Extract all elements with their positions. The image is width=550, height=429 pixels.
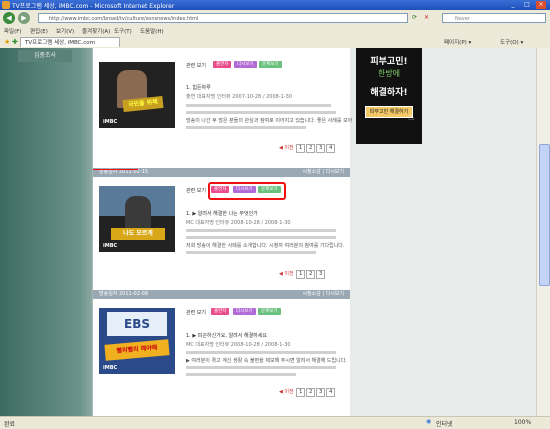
ad-banner[interactable]: 피부고민! 한방에 해결하자! 피부고민 해결하기 ☝ <box>356 48 422 144</box>
ad-button[interactable]: 피부고민 해결하기 <box>365 106 413 118</box>
episode-desc: 저희 방송이 해결한 사례를 소개합니다. 시청자 여러분의 참여를 기다립니다… <box>186 243 345 249</box>
content-column: 국민을 위해 iMBC 관련 보기 출연자 다시보기 문제보기 1. 힘든하루 … <box>93 48 353 416</box>
pager: ◀ 이전 1234 <box>279 388 336 397</box>
pager: ◀ 이전 123 <box>279 270 326 279</box>
zoom-level[interactable]: 100% <box>514 419 531 426</box>
episode-card: 방송일자 2011-02-08 시청소감 | 다시보기 EBS 빨리빨리 해야해… <box>93 290 350 414</box>
menu-help[interactable]: 도움말(H) <box>140 27 164 35</box>
page-link[interactable]: 4 <box>326 388 336 397</box>
episode-thumbnail[interactable]: 국민을 위해 iMBC <box>99 62 175 128</box>
url-input[interactable]: http://www.imbc.com/broad/tv/culture/son… <box>38 13 408 23</box>
window-title: TV프로그램 세상, iMBC.com - Microsoft Internet… <box>12 3 175 10</box>
episode-meta: MC 대표자명 인터뷰 2008-10-28 / 2008-1-30 <box>186 342 291 348</box>
episode-title[interactable]: 1. 힘든하루 <box>186 84 211 91</box>
browser-tab[interactable]: TV프로그램 세상, iMBC.com <box>20 37 120 47</box>
search-input[interactable]: Naver <box>442 13 546 23</box>
menu-edit[interactable]: 편집(E) <box>30 27 48 35</box>
episode-date: 방송일자 2011-02-08 <box>99 291 149 297</box>
pager: ◀ 이전 1234 <box>279 144 336 153</box>
episode-desc: ▶ 여러분이 겪고 계신 생활 속 불편을 제보해 주시면 알려서 해결해 드립… <box>186 358 347 364</box>
refresh-icon[interactable]: ⟳ <box>412 14 417 21</box>
tools-menu[interactable]: 도구(O) ▾ <box>500 38 523 46</box>
mbc-logo: iMBC <box>103 119 118 125</box>
menu-file[interactable]: 파일(F) <box>4 27 22 35</box>
tag-replay[interactable]: 다시보기 <box>234 61 257 68</box>
episode-title[interactable]: 1. ▶ 알려서 해결한 나는 무엇인가 <box>186 210 258 217</box>
zone-text: 인터넷 <box>436 421 453 428</box>
related-label[interactable]: 관련 보기 <box>186 187 206 194</box>
page-link[interactable]: 4 <box>326 144 336 153</box>
episode-date-bar: 방송일자 2011-02-08 시청소감 | 다시보기 <box>93 290 350 299</box>
sidebar-button[interactable]: 심층조사 <box>18 50 72 62</box>
episode-card: 국민을 위해 iMBC 관련 보기 출연자 다시보기 문제보기 1. 힘든하루 … <box>93 56 353 160</box>
minimize-button[interactable]: _ <box>508 1 518 9</box>
page-link[interactable]: 3 <box>316 270 326 279</box>
page-link[interactable]: 1 <box>296 388 306 397</box>
ie-icon <box>2 1 10 9</box>
episode-thumbnail[interactable]: EBS 빨리빨리 해야해 iMBC <box>99 308 175 374</box>
status-bar: 완료 ◉ 인터넷 100% <box>0 416 550 429</box>
tag-cast[interactable]: 출연자 <box>213 61 232 68</box>
page-menu[interactable]: 페이지(P) ▾ <box>444 38 471 46</box>
episode-thumbnail[interactable]: 나도 모르게 iMBC <box>99 186 175 252</box>
episode-links[interactable]: 시청소감 | 다시보기 <box>302 168 344 177</box>
episode-title[interactable]: 1. ▶ 피곤하신가요, 알려서 해결하세요 <box>186 332 267 339</box>
page-link[interactable]: 1 <box>296 144 306 153</box>
ad-line2: 한방에 <box>377 69 401 78</box>
forward-icon[interactable]: ▶ <box>18 12 30 24</box>
related-label[interactable]: 관련 보기 <box>186 62 206 69</box>
stop-icon[interactable]: ✕ <box>424 14 429 21</box>
mbc-logo: iMBC <box>103 365 118 371</box>
episode-desc: 방송이 나간 후 많은 분들의 관심과 참여로 이어지고 있습니다. 좋은 사례… <box>186 118 353 124</box>
vertical-scrollbar[interactable] <box>536 48 550 416</box>
menu-favorites[interactable]: 즐겨찾기(A) <box>82 27 110 35</box>
tag-quiz[interactable]: 문제보기 <box>258 308 281 315</box>
page-link[interactable]: 3 <box>316 388 326 397</box>
mbc-logo: iMBC <box>103 243 118 249</box>
episode-links[interactable]: 시청소감 | 다시보기 <box>302 290 344 299</box>
episode-meta: MC 대표자명 인터뷰 2008-10-28 / 2008-1-30 <box>186 220 291 226</box>
ad-line1: 피부고민! <box>370 57 408 67</box>
globe-icon: ◉ <box>426 418 432 425</box>
page-link[interactable]: 2 <box>306 388 316 397</box>
tags-highlight-annotation <box>208 182 286 200</box>
scrollbar-thumb[interactable] <box>539 144 550 286</box>
menu-bar: 파일(F) 편집(E) 보기(V) 즐겨찾기(A) 도구(T) 도움말(H) <box>0 26 550 36</box>
menu-view[interactable]: 보기(V) <box>56 27 74 35</box>
tag-cast[interactable]: 출연자 <box>211 308 230 315</box>
page-link[interactable]: 2 <box>306 144 316 153</box>
address-bar: ◀ ▶ http://www.imbc.com/broad/tv/culture… <box>0 10 550 27</box>
ad-line3: 해결하자! <box>370 88 408 98</box>
status-text: 완료 <box>4 421 16 428</box>
related-label[interactable]: 관련 보기 <box>186 309 206 316</box>
maximize-button[interactable]: □ <box>522 1 532 9</box>
tag-replay[interactable]: 다시보기 <box>233 308 256 315</box>
menu-tools[interactable]: 도구(T) <box>114 27 132 35</box>
favorites-star-icon[interactable]: ★ <box>4 38 10 46</box>
page-link[interactable]: 1 <box>296 270 306 279</box>
page-link[interactable]: 3 <box>316 144 326 153</box>
episode-meta: 출연 대표자명 인터뷰 2007-10-28 / 2008-1-30 <box>186 94 292 100</box>
back-icon[interactable]: ◀ <box>3 12 15 24</box>
title-bar: TV프로그램 세상, iMBC.com - Microsoft Internet… <box>0 0 550 10</box>
add-favorite-icon[interactable]: ✚ <box>12 38 18 46</box>
date-underline-annotation <box>93 169 138 170</box>
tag-quiz[interactable]: 문제보기 <box>259 61 282 68</box>
close-button[interactable]: × <box>536 1 546 9</box>
hand-cursor-icon: ☝ <box>408 112 415 123</box>
page-link[interactable]: 2 <box>306 270 316 279</box>
